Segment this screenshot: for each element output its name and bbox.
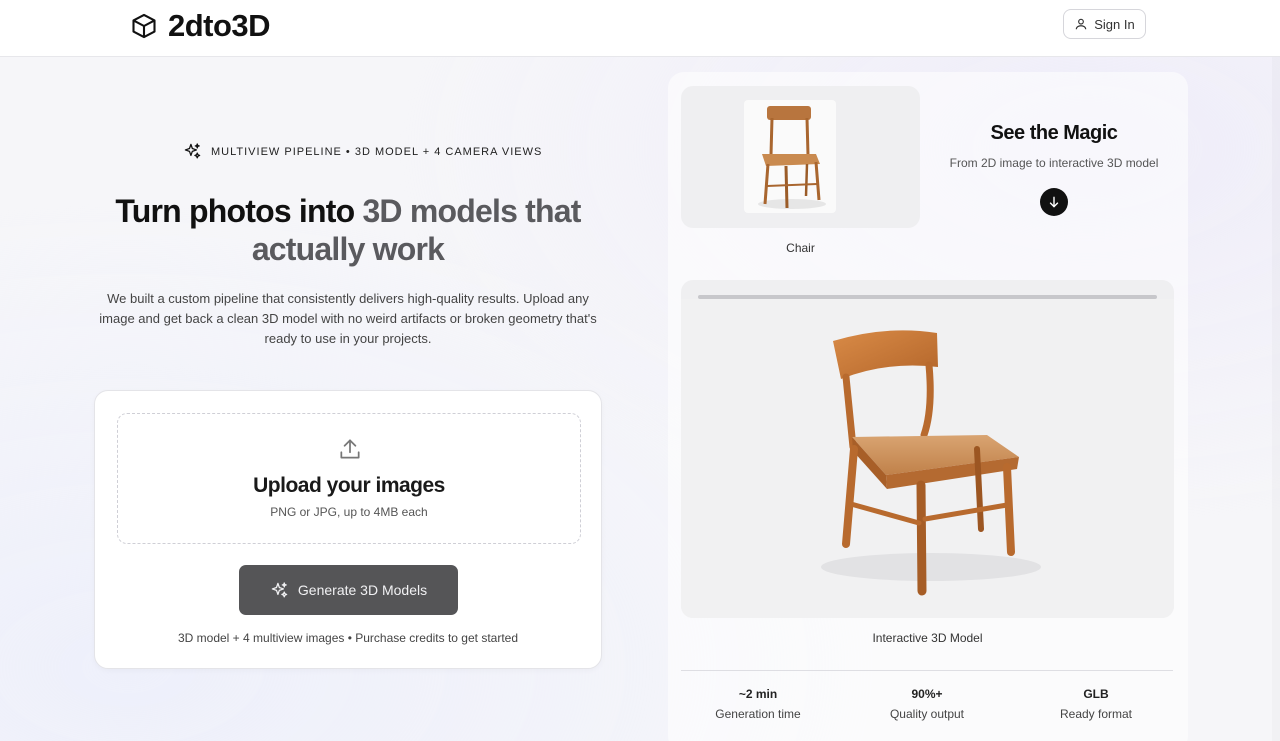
stat-ready-format: GLB Ready format — [1016, 687, 1176, 721]
viewer-label: Interactive 3D Model — [872, 631, 983, 645]
scroll-down-button[interactable] — [1040, 188, 1068, 216]
model-viewer-canvas[interactable] — [681, 299, 1174, 618]
stat-value: 90%+ — [911, 687, 943, 701]
model-viewer[interactable] — [681, 280, 1174, 618]
upload-card: Upload your images PNG or JPG, up to 4MB… — [94, 390, 602, 669]
image-dropzone[interactable]: Upload your images PNG or JPG, up to 4MB… — [117, 413, 581, 544]
hero-description: We built a custom pipeline that consiste… — [99, 291, 597, 346]
upload-title: Upload your images — [253, 474, 445, 497]
stat-value: ~2 min — [738, 687, 778, 701]
generate-3d-models-button[interactable]: Generate 3D Models — [239, 565, 458, 615]
stats-divider — [681, 670, 1173, 671]
sparkles-icon — [184, 143, 201, 159]
credits-note: 3D model + 4 multiview images • Purchase… — [177, 631, 519, 645]
eyebrow-text: MULTIVIEW PIPELINE • 3D MODEL + 4 CAMERA… — [211, 145, 543, 158]
chair-photo-illustration — [758, 106, 826, 209]
demo-subtitle: From 2D image to interactive 3D model — [949, 156, 1159, 170]
sign-in-label: Sign In — [1094, 16, 1135, 32]
stat-generation-time: ~2 min Generation time — [678, 687, 838, 721]
cube-icon — [132, 13, 156, 39]
chair-photo — [744, 100, 836, 213]
generate-button-label: Generate 3D Models — [297, 582, 428, 598]
upload-icon — [340, 439, 360, 459]
user-icon — [1076, 18, 1087, 30]
page-scrollbar[interactable] — [1272, 57, 1280, 741]
stat-value: GLB — [1083, 687, 1109, 701]
hero-headline: Turn photos into 3D models that actually… — [80, 192, 616, 268]
sparkles-icon — [271, 581, 288, 597]
sign-in-button[interactable]: Sign In — [1063, 9, 1146, 39]
input-image-thumbnail — [681, 86, 920, 228]
stat-quality-output: 90%+ Quality output — [847, 687, 1007, 721]
stat-label: Quality output — [889, 707, 965, 721]
brand-name: 2dto3D — [168, 8, 271, 43]
arrow-down-icon — [1049, 196, 1059, 208]
headline-start: Turn photos into — [115, 193, 363, 229]
top-nav: 2dto3D Sign In — [0, 0, 1280, 57]
demo-title: See the Magic — [990, 122, 1118, 144]
stat-label: Ready format — [1059, 707, 1133, 721]
thumbnail-label: Chair — [786, 241, 815, 255]
eyebrow-tagline: MULTIVIEW PIPELINE • 3D MODEL + 4 CAMERA… — [183, 142, 542, 161]
stat-label: Generation time — [715, 707, 801, 721]
upload-subtitle: PNG or JPG, up to 4MB each — [270, 505, 428, 519]
brand-logo[interactable]: 2dto3D — [130, 8, 271, 44]
chair-3d-model — [821, 330, 1041, 596]
